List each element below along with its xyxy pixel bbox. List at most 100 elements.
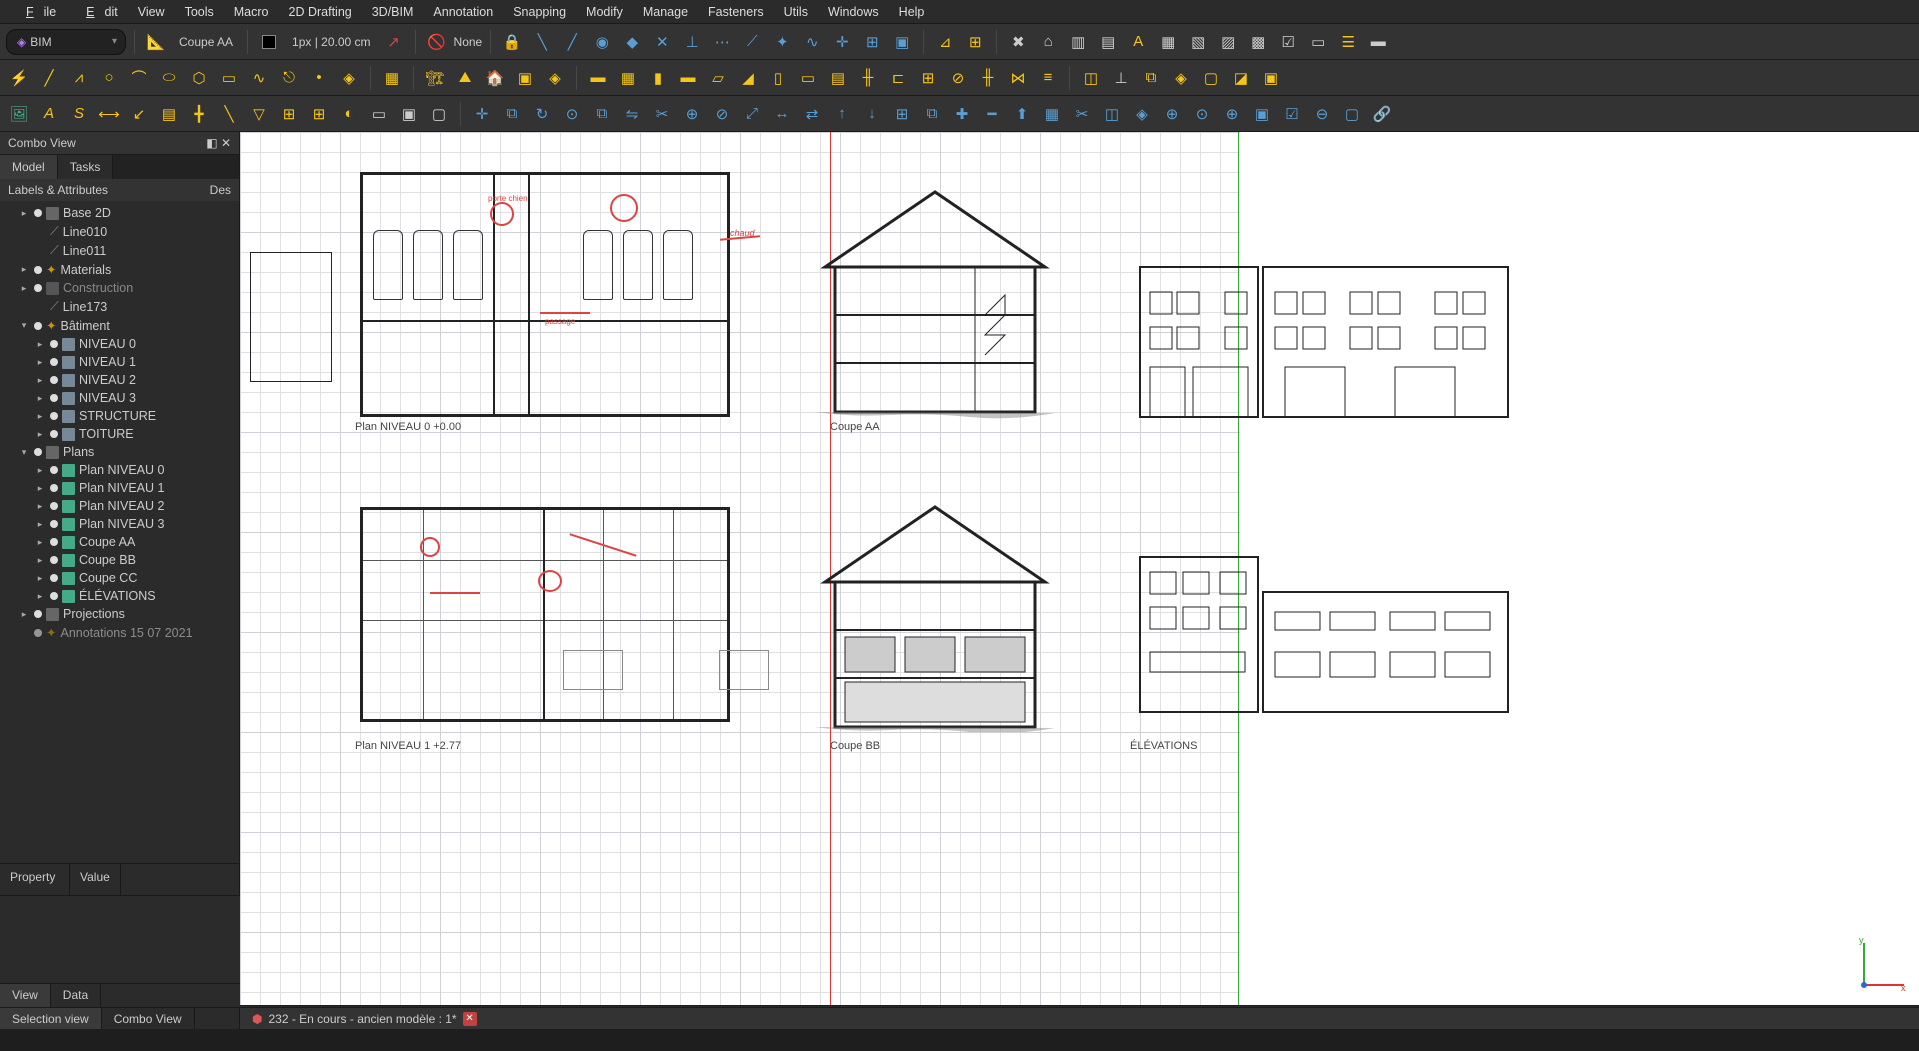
menu-macro[interactable]: Macro (224, 3, 279, 21)
line-icon[interactable]: ╱ (36, 65, 62, 91)
polyline-icon[interactable]: ⩘ (66, 65, 92, 91)
stretch-icon[interactable]: ↔ (769, 101, 795, 127)
style-label[interactable]: None (454, 35, 483, 49)
snap-near-icon[interactable]: ∿ (799, 29, 825, 55)
door-icon[interactable]: ▯ (765, 65, 791, 91)
panel-controls[interactable]: ◧ ✕ (206, 136, 231, 150)
navigation-cube[interactable]: y x (1849, 935, 1909, 995)
workbench-selector[interactable]: ◈BIM (6, 29, 126, 55)
truss-icon[interactable]: ⋈ (1005, 65, 1031, 91)
snap-angle-icon[interactable]: ◆ (619, 29, 645, 55)
tree-plan-n3[interactable]: ▸Plan NIVEAU 3 (0, 515, 239, 533)
tab-selection-view[interactable]: Selection view (0, 1008, 102, 1029)
leader-icon[interactable]: ↙ (126, 101, 152, 127)
tree-niveau1[interactable]: ▸NIVEAU 1 (0, 353, 239, 371)
menu-fasteners[interactable]: Fasteners (698, 3, 774, 21)
sketch-icon[interactable]: ⚡ (6, 65, 32, 91)
rotate-icon[interactable]: ↻ (529, 101, 555, 127)
profile-icon[interactable]: ⊏ (885, 65, 911, 91)
reference-icon[interactable]: ⊥ (1108, 65, 1134, 91)
window-icon[interactable]: ▭ (795, 65, 821, 91)
text-tool-icon[interactable]: A (1125, 29, 1151, 55)
panel-icon[interactable]: ▦ (1039, 101, 1065, 127)
split-icon[interactable]: ⊘ (709, 101, 735, 127)
path-array-icon[interactable]: ⧉ (919, 101, 945, 127)
lock-icon[interactable]: 🔒 (499, 29, 525, 55)
ifc-icon[interactable]: ▩ (1245, 29, 1271, 55)
tree-plan-n2[interactable]: ▸Plan NIVEAU 2 (0, 497, 239, 515)
tab-tasks[interactable]: Tasks (58, 155, 114, 179)
mirror-icon[interactable]: ⇋ (619, 101, 645, 127)
tab-combo-view[interactable]: Combo View (102, 1008, 195, 1029)
add-icon[interactable]: ✚ (949, 101, 975, 127)
section-plane-icon[interactable]: ◐ (336, 101, 362, 127)
props-icon[interactable]: ▬ (1365, 29, 1391, 55)
tree-coupe-cc[interactable]: ▸Coupe CC (0, 569, 239, 587)
copy-icon[interactable]: ⧉ (499, 101, 525, 127)
tree-base2d[interactable]: ▸Base 2D (0, 204, 239, 222)
tree-line173[interactable]: ⟋Line173 (0, 297, 239, 316)
tool-icon[interactable]: ✖ (1005, 29, 1031, 55)
arc-icon[interactable]: ⌒ (126, 65, 152, 91)
3d-view-canvas[interactable]: Plan NIVEAU 0 +0.00 chaud passage porte … (240, 132, 1919, 1005)
wall-icon[interactable]: ▬ (585, 65, 611, 91)
menu-view[interactable]: View (128, 3, 175, 21)
component-icon[interactable]: ◫ (1078, 65, 1104, 91)
menu-modify[interactable]: Modify (576, 3, 633, 21)
stairs-icon[interactable]: ▤ (825, 65, 851, 91)
facebinder-icon[interactable]: ◈ (336, 65, 362, 91)
mesh-icon[interactable]: ◈ (1129, 101, 1155, 127)
survey-icon[interactable]: ⊕ (1159, 101, 1185, 127)
grid-tool-icon[interactable]: ⊞ (306, 101, 332, 127)
tree-toiture[interactable]: ▸TOITURE (0, 425, 239, 443)
polygon-icon[interactable]: ⬡ (186, 65, 212, 91)
curtainwall-icon[interactable]: ▦ (615, 65, 641, 91)
tree-construction[interactable]: ▸Construction (0, 279, 239, 297)
menu-annotation[interactable]: Annotation (423, 3, 503, 21)
tree-niveau3[interactable]: ▸NIVEAU 3 (0, 389, 239, 407)
fence-icon[interactable]: ╫ (975, 65, 1001, 91)
link-icon[interactable]: 🔗 (1369, 101, 1395, 127)
draft2sketch-icon[interactable]: ⇄ (799, 101, 825, 127)
pipe-icon[interactable]: ⊘ (945, 65, 971, 91)
tree-line011[interactable]: ⟋Line011 (0, 241, 239, 260)
clone2-icon[interactable]: ⧉ (589, 101, 615, 127)
compound-icon[interactable]: ▣ (1249, 101, 1275, 127)
snap-intersection-icon[interactable]: ✕ (649, 29, 675, 55)
column-icon[interactable]: ▮ (645, 65, 671, 91)
move-icon[interactable]: ✛ (469, 101, 495, 127)
menu-drafting[interactable]: 2D Drafting (279, 3, 362, 21)
snap-midpoint-icon[interactable]: ╱ (559, 29, 585, 55)
menu-help[interactable]: Help (889, 3, 935, 21)
menu-tools[interactable]: Tools (175, 3, 224, 21)
tree-niveau0[interactable]: ▸NIVEAU 0 (0, 335, 239, 353)
label-icon[interactable]: ▤ (156, 101, 182, 127)
cut-icon[interactable]: ✂ (1069, 101, 1095, 127)
axis-icon[interactable]: ╋ (186, 101, 212, 127)
report-icon[interactable]: ▧ (1185, 29, 1211, 55)
frame-icon[interactable]: ⊞ (915, 65, 941, 91)
box-icon[interactable]: ▢ (1198, 65, 1224, 91)
layers-icon[interactable]: ▤ (1095, 29, 1121, 55)
point-icon[interactable]: • (306, 65, 332, 91)
array-icon[interactable]: ⊞ (889, 101, 915, 127)
image-icon[interactable]: 🖼 (6, 101, 32, 127)
cut-plane-icon[interactable]: ◫ (1099, 101, 1125, 127)
sheet-icon[interactable]: ▥ (1065, 29, 1091, 55)
space-icon[interactable]: ◈ (542, 65, 568, 91)
linestyle-swatch[interactable] (256, 29, 282, 55)
shapebuilder-icon[interactable]: ◪ (1228, 65, 1254, 91)
snap-grid-icon[interactable]: ⊞ (859, 29, 885, 55)
tree-materials[interactable]: ▸✦Materials (0, 260, 239, 279)
tree-coupe-aa[interactable]: ▸Coupe AA (0, 533, 239, 551)
drawing-icon[interactable]: ▭ (366, 101, 392, 127)
subtract-icon[interactable]: ⊖ (1309, 101, 1335, 127)
box2-icon[interactable]: ▢ (1339, 101, 1365, 127)
menu-manage[interactable]: Manage (633, 3, 698, 21)
doc-icon[interactable]: ▭ (1305, 29, 1331, 55)
menu-snapping[interactable]: Snapping (503, 3, 576, 21)
dimension-icon[interactable]: ⟷ (96, 101, 122, 127)
snap-parallel-icon[interactable]: ⟋ (739, 29, 765, 55)
clone-icon[interactable]: ⧉ (1138, 65, 1164, 91)
tree-structure[interactable]: ▸STRUCTURE (0, 407, 239, 425)
